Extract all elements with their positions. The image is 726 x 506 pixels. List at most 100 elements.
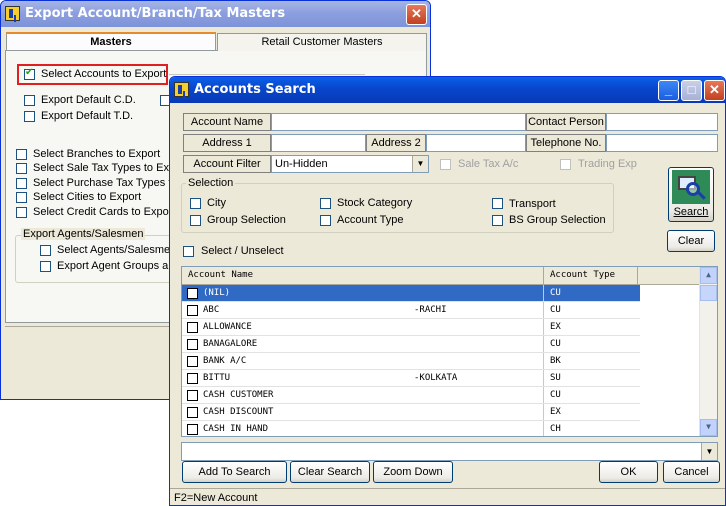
- city-checkbox[interactable]: [190, 198, 201, 209]
- accounts-grid: Account Name Account Type (NIL) CU ABC -RAC…: [181, 266, 718, 437]
- select-accounts-checkbox[interactable]: [24, 67, 35, 80]
- row-divider: [543, 336, 544, 352]
- export-default-td-label: Export Default T.D.: [41, 110, 134, 122]
- scroll-up-icon[interactable]: ▲: [700, 267, 717, 284]
- select-purchase-tax-checkbox[interactable]: [16, 178, 27, 189]
- accounts-search-titlebar[interactable]: Accounts Search _ □ ✕: [170, 77, 725, 103]
- accounts-search-window: Accounts Search _ □ ✕ Account Name Conta…: [169, 76, 726, 506]
- export-default-cd-label: Export Default C.D.: [41, 94, 136, 106]
- row-account-name: ABC: [203, 305, 220, 315]
- group-selection-label: Group Selection: [207, 214, 286, 226]
- chevron-down-icon[interactable]: ▼: [701, 443, 717, 460]
- row-account-type: EX: [550, 407, 561, 417]
- select-agents-label: Select Agents/Salesmen: [57, 244, 177, 256]
- table-row[interactable]: ABC -RACHI CU: [182, 302, 640, 319]
- row-divider: [543, 387, 544, 403]
- row-checkbox[interactable]: [187, 373, 198, 384]
- tab-retail-customer-masters[interactable]: Retail Customer Masters: [217, 33, 427, 51]
- row-checkbox[interactable]: [187, 305, 198, 316]
- table-row[interactable]: CASH DISCOUNT EX: [182, 404, 640, 421]
- row-account-city: -KOLKATA: [414, 373, 458, 383]
- grid-header-account-name[interactable]: Account Name: [182, 267, 544, 285]
- table-row[interactable]: BANAGALORE CU: [182, 336, 640, 353]
- agents-group-title: Export Agents/Salesmen: [21, 228, 146, 240]
- select-branches-label: Select Branches to Export: [33, 148, 161, 160]
- select-unselect-label: Select / Unselect: [201, 245, 284, 257]
- table-row[interactable]: BANK A/C BK: [182, 353, 640, 370]
- contact-person-input[interactable]: [606, 113, 718, 131]
- table-row[interactable]: (NIL) CU: [182, 285, 640, 302]
- scroll-down-icon[interactable]: ▼: [700, 419, 717, 436]
- bottom-select[interactable]: ▼: [181, 442, 718, 461]
- table-row[interactable]: CASH CUSTOMER CU: [182, 387, 640, 404]
- row-checkbox[interactable]: [187, 288, 198, 299]
- row-account-type: EX: [550, 322, 561, 332]
- row-checkbox[interactable]: [187, 356, 198, 367]
- minimize-icon[interactable]: _: [658, 80, 679, 101]
- add-to-search-button[interactable]: Add To Search: [182, 461, 287, 483]
- telephone-input[interactable]: [606, 134, 718, 152]
- row-checkbox[interactable]: [187, 322, 198, 333]
- row-account-name: BANK A/C: [203, 356, 247, 366]
- row-divider: [543, 285, 544, 301]
- sale-tax-checkbox[interactable]: [440, 159, 451, 170]
- app-icon: [174, 82, 189, 97]
- select-credit-cards-checkbox[interactable]: [16, 207, 27, 218]
- scroll-thumb[interactable]: [700, 285, 717, 301]
- search-button[interactable]: Search: [668, 167, 714, 222]
- row-checkbox[interactable]: [187, 424, 198, 435]
- tab-masters[interactable]: Masters: [6, 32, 216, 50]
- export-default-td-checkbox[interactable]: [24, 111, 35, 122]
- cancel-button[interactable]: Cancel: [663, 461, 720, 483]
- account-name-input[interactable]: [271, 113, 526, 131]
- clear-button[interactable]: Clear: [667, 230, 715, 252]
- export-agent-groups-checkbox[interactable]: [40, 261, 51, 272]
- stock-category-checkbox[interactable]: [320, 198, 331, 209]
- close-icon[interactable]: ✕: [406, 4, 427, 25]
- clear-search-button[interactable]: Clear Search: [290, 461, 370, 483]
- row-account-name: BITTU: [203, 373, 231, 383]
- table-row[interactable]: BITTU -KOLKATA SU: [182, 370, 640, 387]
- close-icon[interactable]: ✕: [704, 80, 725, 101]
- row-checkbox[interactable]: [187, 339, 198, 350]
- telephone-label: Telephone No.: [526, 134, 606, 152]
- trading-exp-checkbox[interactable]: [560, 159, 571, 170]
- row-checkbox[interactable]: [187, 390, 198, 401]
- address1-input[interactable]: [271, 134, 366, 152]
- address2-input[interactable]: [426, 134, 526, 152]
- sale-tax-label: Sale Tax A/c: [458, 158, 519, 170]
- select-agents-checkbox[interactable]: [40, 245, 51, 256]
- account-type-checkbox[interactable]: [320, 215, 331, 226]
- row-divider: [543, 319, 544, 335]
- chevron-down-icon[interactable]: ▼: [412, 156, 428, 172]
- row-divider: [543, 302, 544, 318]
- select-accounts-label: Select Accounts to Export: [41, 68, 167, 80]
- select-cities-checkbox[interactable]: [16, 192, 27, 203]
- transport-checkbox[interactable]: [492, 198, 503, 209]
- grid-header-account-type[interactable]: Account Type: [544, 267, 638, 285]
- row-checkbox[interactable]: [187, 407, 198, 418]
- maximize-icon[interactable]: □: [681, 80, 702, 101]
- select-unselect-checkbox[interactable]: [183, 246, 194, 257]
- bs-group-selection-checkbox[interactable]: [492, 215, 503, 226]
- grid-header-filler: [638, 267, 702, 285]
- stock-category-label: Stock Category: [337, 197, 413, 209]
- row-account-type: CU: [550, 390, 561, 400]
- row-account-type: CU: [550, 288, 561, 298]
- account-filter-select[interactable]: Un-Hidden ▼: [271, 155, 429, 173]
- ok-button[interactable]: OK: [599, 461, 658, 483]
- grid-scrollbar[interactable]: ▲ ▼: [699, 267, 717, 436]
- select-sale-tax-checkbox[interactable]: [16, 163, 27, 174]
- zoom-down-button[interactable]: Zoom Down: [373, 461, 453, 483]
- table-row[interactable]: CASH IN HAND CH: [182, 421, 640, 436]
- account-type-label: Account Type: [337, 214, 404, 226]
- account-filter-value: Un-Hidden: [275, 158, 328, 170]
- select-credit-cards-label: Select Credit Cards to Export: [33, 206, 176, 218]
- transport-label: Transport: [509, 198, 556, 210]
- group-selection-checkbox[interactable]: [190, 215, 201, 226]
- select-branches-checkbox[interactable]: [16, 149, 27, 160]
- export-default-cd-checkbox[interactable]: [24, 95, 35, 106]
- table-row[interactable]: ALLOWANCE EX: [182, 319, 640, 336]
- row-account-name: CASH DISCOUNT: [203, 407, 274, 417]
- export-masters-titlebar[interactable]: Export Account/Branch/Tax Masters ✕: [1, 1, 430, 27]
